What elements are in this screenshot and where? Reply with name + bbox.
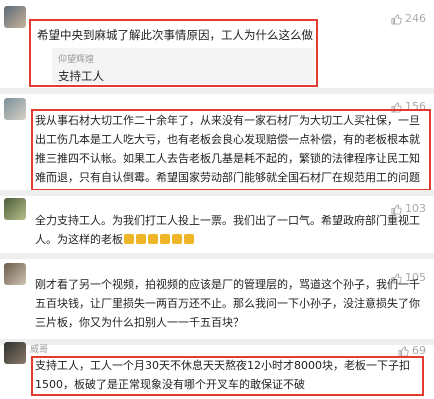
avatar[interactable]	[4, 98, 26, 120]
thumbs-up-icon	[391, 13, 402, 25]
comment-card: 105 刚才看了另一个视频，拍视频的应该是厂的管理层的，骂道这个孙子，我们一千五…	[0, 259, 434, 339]
comment-text: 希望中央到麻城了解此次事情原因，工人为什么这么做	[37, 28, 313, 42]
avatar[interactable]	[4, 263, 26, 285]
avatar[interactable]	[4, 6, 26, 28]
comment-card: 威哥 69 支持工人，工人一个月30天不休息天天熬夜12小时才8000块，老板一…	[0, 342, 434, 399]
comment-card: 246 希望中央到麻城了解此次事情原因，工人为什么这么做 仰望辉煌 支持工人	[0, 0, 434, 88]
reply-username[interactable]: 仰望辉煌	[58, 52, 94, 65]
comment-text: 刚才看了另一个视频，拍视频的应该是厂的管理层的，骂道这个孙子，我们一千五百块钱，…	[35, 278, 420, 329]
thumbs-down-emoji	[123, 233, 195, 246]
like-count: 246	[405, 12, 426, 25]
reply-text: 支持工人	[58, 69, 104, 83]
thumbs-up-icon	[398, 345, 409, 357]
comment-card: 103 全力支持工人。为我们打工人投上一票。我们出了一口气。希望政府部门重视工人…	[0, 196, 434, 253]
comment-text: 支持工人，工人一个月30天不休息天天熬夜12小时才8000块，老板一下子扣150…	[35, 359, 410, 391]
comment-card: 156 我从事石材大切工作二十余年了，从来没有一家石材厂为大切工人买社保，一旦出…	[0, 94, 434, 203]
comment-text-body: 全力支持工人。为我们打工人投上一票。我们出了一口气。希望政府部门重视工人。为这样…	[35, 214, 420, 246]
avatar[interactable]	[4, 342, 26, 364]
comment-text: 全力支持工人。为我们打工人投上一票。我们出了一口气。希望政府部门重视工人。为这样…	[35, 211, 425, 249]
username[interactable]: 威哥	[30, 344, 48, 356]
like-button[interactable]: 246	[391, 12, 426, 26]
reply-box: 仰望辉煌 支持工人	[52, 48, 314, 84]
avatar[interactable]	[4, 198, 26, 220]
